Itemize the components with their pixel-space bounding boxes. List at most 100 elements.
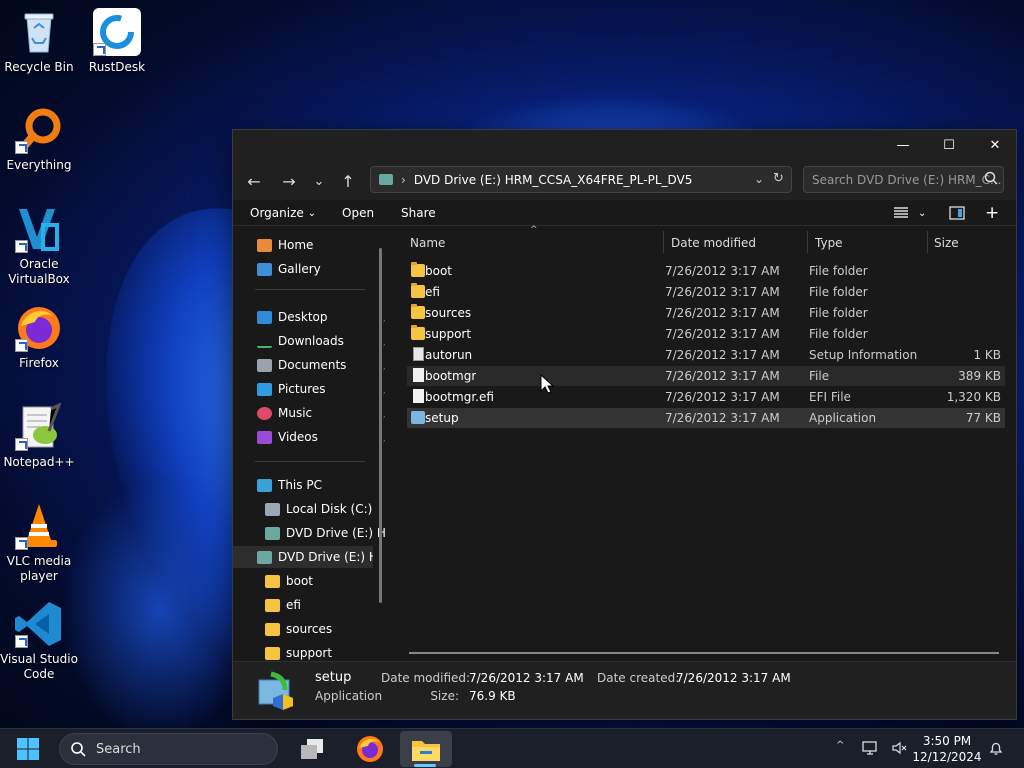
file-row[interactable]: bootmgr.efi 7/26/2012 3:17 AM EFI File 1… [407, 387, 1005, 407]
file-row[interactable]: efi 7/26/2012 3:17 AM File folder [407, 282, 1005, 302]
nav-item-music[interactable]: Music 📌 [257, 402, 385, 424]
tray-overflow-chevron[interactable]: ^ [836, 740, 844, 751]
desktop-icon-rustdesk[interactable]: RustDesk [78, 8, 156, 75]
recent-locations-button[interactable]: ⌄ [305, 168, 333, 194]
desktop-icon-label: Recycle Bin [4, 60, 74, 74]
file-size: 1,320 KB [946, 390, 1001, 404]
pin-icon[interactable]: 📌 [383, 408, 385, 419]
pin-icon[interactable]: 📌 [383, 432, 385, 443]
videos-icon [257, 430, 272, 444]
open-button[interactable]: Open [342, 204, 374, 222]
details-size-value: 76.9 KB [469, 689, 516, 703]
shortcut-arrow-icon [15, 537, 28, 550]
documents-icon [257, 358, 272, 372]
network-icon[interactable] [861, 740, 879, 759]
file-row[interactable]: support 7/26/2012 3:17 AM File folder [407, 324, 1005, 344]
file-name: boot [425, 264, 453, 278]
preview-pane-icon[interactable] [949, 204, 965, 222]
share-button[interactable]: Share [401, 204, 436, 222]
nav-item-pictures[interactable]: Pictures 📌 [257, 378, 385, 400]
file-row[interactable]: boot 7/26/2012 3:17 AM File folder [407, 261, 1005, 281]
taskbar-search[interactable]: Search [59, 733, 278, 765]
view-layout-icon[interactable] [893, 204, 909, 222]
up-button[interactable]: ↑ [334, 168, 362, 194]
details-size-label: Size: [430, 689, 459, 703]
dvd-drive-icon [379, 174, 393, 185]
column-header-name[interactable]: Name [410, 233, 445, 253]
nav-item-folder-support[interactable]: support [265, 642, 385, 661]
firefox-icon [15, 304, 63, 352]
download-icon [257, 335, 272, 348]
notifications-bell-icon[interactable] [988, 740, 1004, 759]
nav-scrollbar[interactable] [379, 248, 382, 603]
column-separator[interactable] [927, 231, 928, 253]
file-explorer-icon [412, 741, 440, 761]
file-row[interactable]: autorun 7/26/2012 3:17 AM Setup Informat… [407, 345, 1005, 365]
desktop-icon-recycle-bin[interactable]: Recycle Bin [0, 8, 78, 75]
column-separator[interactable] [663, 231, 664, 253]
nav-item-videos[interactable]: Videos 📌 [257, 426, 385, 448]
shortcut-arrow-icon [15, 438, 28, 451]
nav-item-desktop[interactable]: Desktop 📌 [257, 306, 385, 328]
nav-item-documents[interactable]: Documents 📌 [257, 354, 385, 376]
close-button[interactable]: ✕ [972, 130, 1018, 160]
column-header-type[interactable]: Type [815, 233, 843, 253]
file-date: 7/26/2012 3:17 AM [665, 264, 780, 278]
task-view-button[interactable] [290, 731, 334, 767]
virtualbox-icon [15, 205, 63, 253]
nav-item-dvd-drive-selected[interactable]: DVD Drive (E:) HR [233, 546, 373, 568]
horizontal-scrollbar[interactable] [409, 652, 999, 654]
organize-menu[interactable]: Organize ⌄ [250, 204, 316, 222]
nav-item-gallery[interactable]: Gallery [257, 258, 385, 280]
pin-icon[interactable]: 📌 [383, 384, 385, 395]
nav-label: This PC [278, 478, 322, 492]
vlc-cone-icon [15, 502, 63, 550]
nav-item-folder-sources[interactable]: sources [265, 618, 385, 640]
pin-icon[interactable]: 📌 [383, 360, 385, 371]
nav-item-dvd-drive[interactable]: DVD Drive (E:) H [265, 522, 385, 544]
title-bar[interactable]: — ☐ ✕ [233, 130, 1016, 160]
nav-item-folder-efi[interactable]: efi [265, 594, 385, 616]
file-row[interactable]: setup 7/26/2012 3:17 AM Application 77 K… [407, 408, 1005, 428]
column-separator[interactable] [807, 231, 808, 253]
minimize-button[interactable]: — [880, 130, 926, 160]
column-header-date[interactable]: Date modified [671, 233, 756, 253]
command-bar: Organize ⌄ Open Share ⌄ + [233, 200, 1016, 226]
start-button[interactable] [8, 731, 48, 767]
desktop-icon-firefox[interactable]: Firefox [0, 304, 78, 371]
forward-button[interactable]: → [275, 168, 303, 194]
search-box[interactable]: Search DVD Drive (E:) HRM_C... [803, 166, 1004, 193]
taskbar-firefox-button[interactable] [348, 731, 392, 767]
file-row[interactable]: bootmgr 7/26/2012 3:17 AM File 389 KB [407, 366, 1005, 386]
nav-item-this-pc[interactable]: This PC [257, 474, 385, 496]
taskbar-clock[interactable]: 3:50 PM 12/12/2024 [906, 733, 988, 765]
volume-muted-icon[interactable] [891, 740, 907, 759]
taskbar-file-explorer-button[interactable] [400, 731, 452, 767]
desktop-icon-vscode[interactable]: Visual Studio Code [0, 600, 78, 682]
nav-divider [255, 289, 365, 290]
firefox-icon [357, 736, 383, 762]
new-tab-icon[interactable]: + [985, 203, 999, 223]
desktop-icon-vlc[interactable]: VLC media player [0, 502, 78, 584]
gallery-icon [257, 262, 272, 276]
pin-icon[interactable]: 📌 [383, 312, 385, 323]
task-view-icon [301, 739, 323, 759]
nav-item-home[interactable]: Home [257, 234, 385, 256]
nav-item-local-disk[interactable]: Local Disk (C:) [265, 498, 385, 520]
address-bar[interactable]: › DVD Drive (E:) HRM_CCSA_X64FRE_PL-PL_D… [370, 166, 792, 193]
nav-item-folder-boot[interactable]: boot [265, 570, 385, 592]
back-button[interactable]: ← [240, 168, 268, 194]
desktop-icon-notepad-plus-plus[interactable]: Notepad++ [0, 401, 78, 470]
maximize-button[interactable]: ☐ [926, 130, 972, 160]
chevron-down-icon: ⌄ [307, 207, 317, 219]
desktop-icon-everything[interactable]: Everything [0, 106, 78, 173]
view-dropdown-icon[interactable]: ⌄ [918, 204, 926, 222]
file-row[interactable]: sources 7/26/2012 3:17 AM File folder [407, 303, 1005, 323]
desktop-icon-virtualbox[interactable]: Oracle VirtualBox [0, 205, 78, 287]
active-app-indicator [414, 764, 436, 767]
column-header-size[interactable]: Size [934, 233, 959, 253]
search-icon [70, 741, 86, 761]
refresh-icon[interactable]: ↻ [773, 171, 784, 186]
pin-icon[interactable]: 📌 [383, 336, 385, 347]
nav-item-downloads[interactable]: Downloads 📌 [257, 330, 385, 352]
